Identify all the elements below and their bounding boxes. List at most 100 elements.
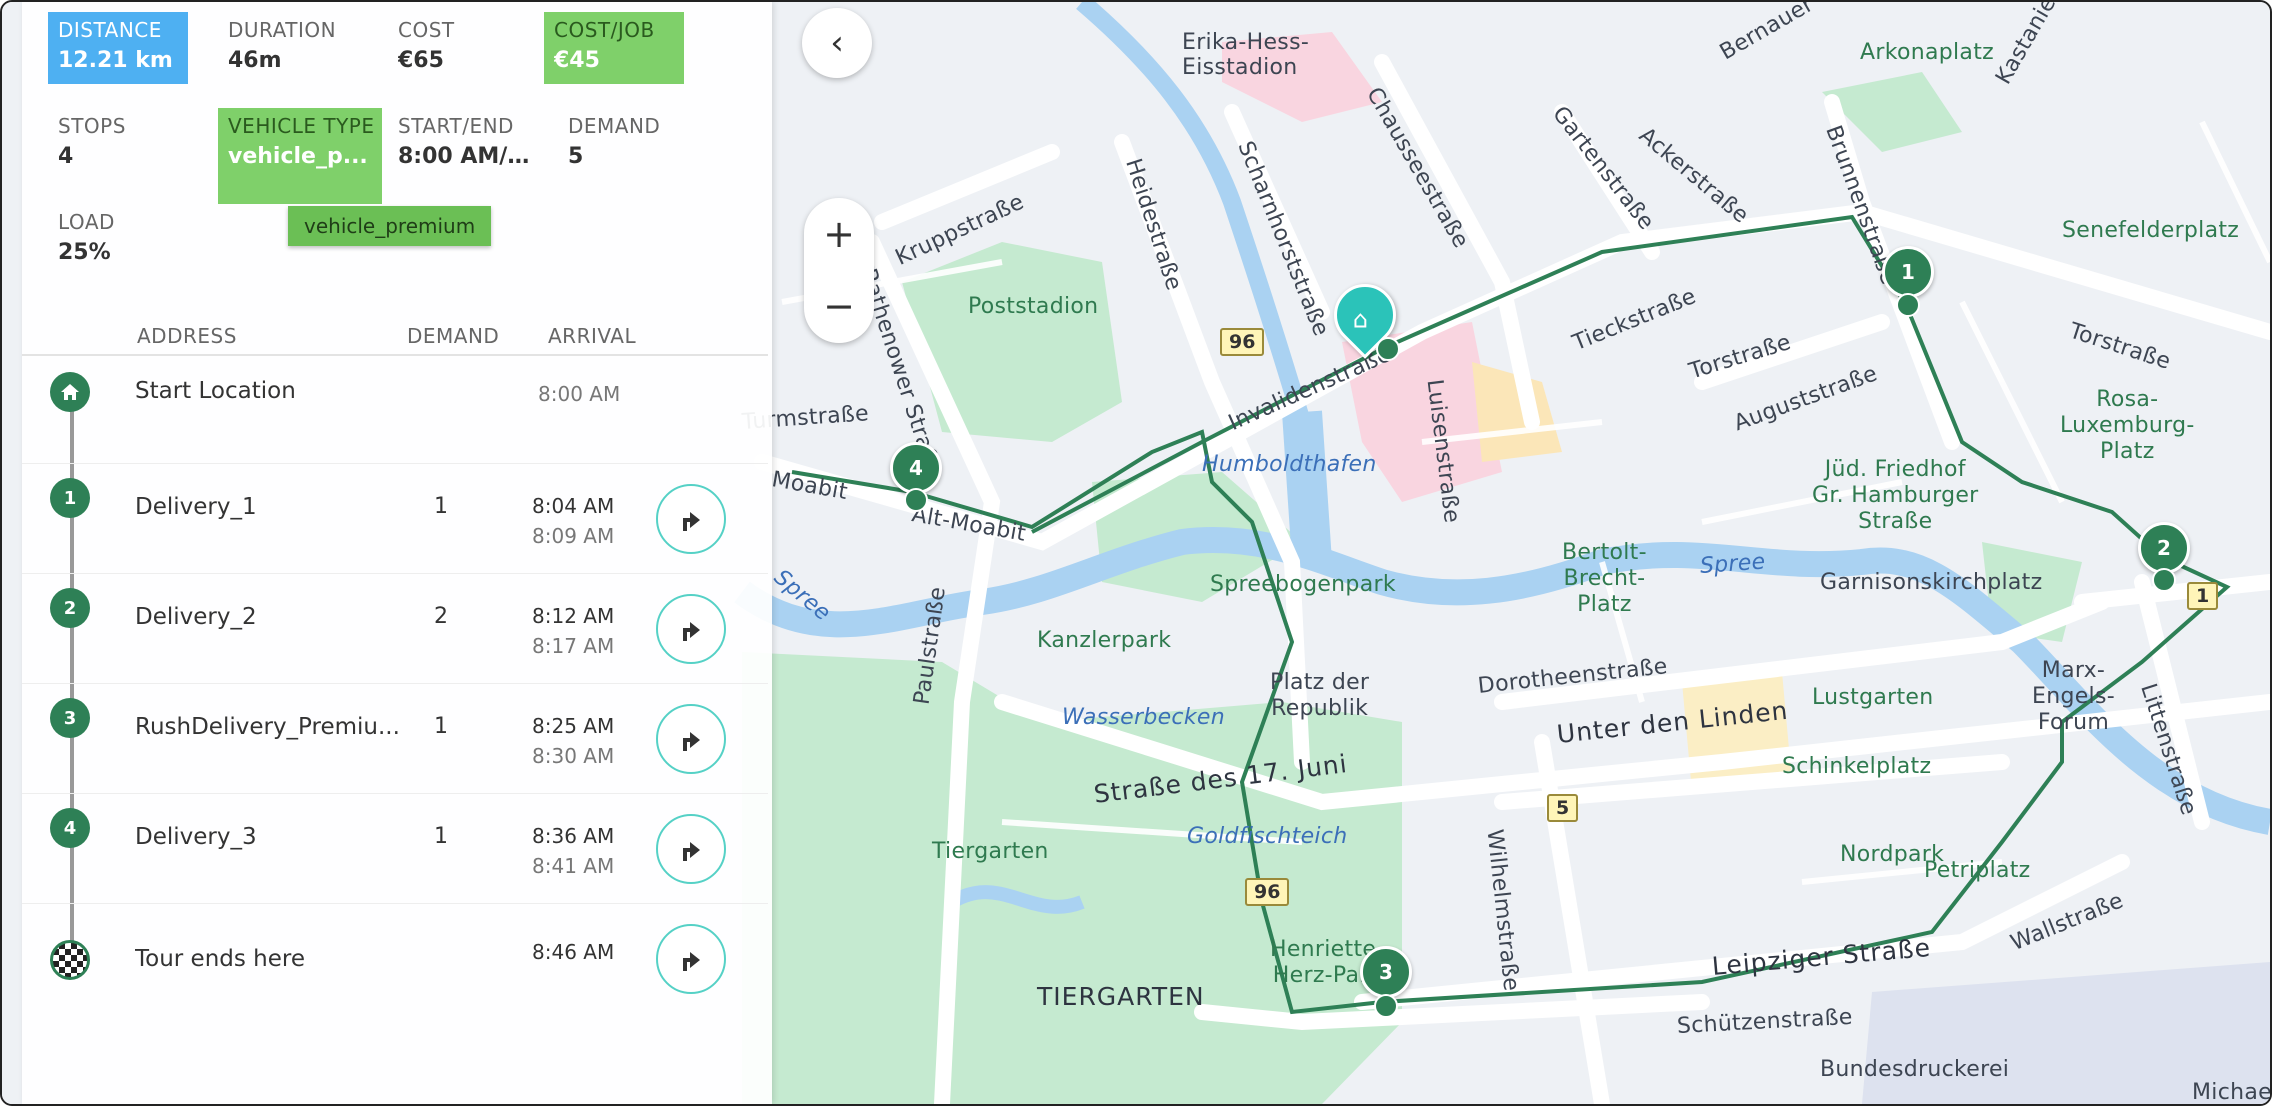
stop-row-end[interactable]: Tour ends here 8:46 AM	[22, 904, 768, 1014]
map-label-goldfisch: Goldfischteich	[1187, 824, 1348, 849]
step-number-badge: 2	[50, 588, 90, 628]
road-badge: 5	[1547, 794, 1579, 822]
route-marker-3[interactable]: 3	[1360, 946, 1412, 998]
turn-arrow-icon	[683, 842, 700, 861]
stat-stops: STOPS 4	[48, 108, 188, 180]
stat-value: 8:00 AM/8:...	[398, 144, 540, 169]
step-number-badge: 4	[50, 808, 90, 848]
map-label-bertolt: Bertolt- Brecht- Platz	[1562, 540, 1647, 617]
map-label-lustgarten: Lustgarten	[1812, 685, 1934, 710]
navigate-button[interactable]	[656, 484, 726, 554]
stat-value: 25%	[58, 240, 111, 265]
stat-value: €45	[554, 48, 600, 73]
stat-cost-job: COST/JOB €45	[544, 12, 684, 84]
stop-address: RushDelivery_Premiu...	[135, 714, 400, 740]
route-marker-4[interactable]: 4	[890, 442, 942, 494]
route-marker-1[interactable]: 1	[1882, 246, 1934, 298]
turn-arrow-icon	[683, 622, 700, 641]
home-icon	[50, 372, 90, 412]
step-number-badge: 3	[50, 698, 90, 738]
stop-row-3[interactable]: 3 RushDelivery_Premiu... 1 8:25 AM 8:30 …	[22, 684, 768, 794]
back-button[interactable]: ‹	[802, 8, 872, 78]
navigate-button[interactable]	[656, 924, 726, 994]
stat-label: DEMAND	[568, 114, 661, 138]
vehicle-type-tooltip: vehicle_premium	[288, 206, 492, 246]
map-label-spree1: Spree	[1699, 549, 1767, 579]
stat-label: DISTANCE	[58, 18, 162, 42]
home-icon: ⌂	[1352, 305, 1369, 334]
stat-value: 4	[58, 144, 74, 169]
map-label-tiergarten-district: TIERGARTEN	[1037, 982, 1205, 1011]
stop-demand: 2	[434, 604, 448, 629]
navigate-button[interactable]	[656, 704, 726, 774]
stop-departure: 8:09 AM	[532, 524, 615, 548]
stop-demand: 1	[434, 824, 448, 849]
turn-arrow-icon	[683, 952, 700, 971]
stop-arrival: 8:12 AM	[532, 604, 615, 628]
start-marker-dot	[1376, 337, 1400, 361]
route-details-panel: DISTANCE 12.21 km DURATION 46m COST €65 …	[22, 2, 772, 1104]
map-label-poststadion: Poststadion	[968, 294, 1099, 319]
stat-start-end: START/END 8:00 AM/8:...	[388, 108, 540, 180]
stop-departure: 8:30 AM	[532, 744, 615, 768]
navigate-button[interactable]	[656, 814, 726, 884]
navigate-button[interactable]	[656, 594, 726, 664]
zoom-control: + −	[804, 198, 874, 343]
stop-row-start[interactable]: Start Location 8:00 AM	[22, 356, 768, 464]
road-badge: 96	[1220, 328, 1265, 356]
stat-cost: COST €65	[388, 12, 528, 84]
stop-arrival: 8:04 AM	[532, 494, 615, 518]
map-label-spreebogen: Spreebogenpark	[1210, 572, 1396, 597]
map-label-erika: Erika-Hess- Eisstadion	[1182, 30, 1310, 80]
stop-address: Delivery_1	[135, 494, 257, 520]
stop-address: Delivery_2	[135, 604, 257, 630]
column-header-address: ADDRESS	[137, 324, 237, 348]
stat-value: 5	[568, 144, 584, 169]
stat-label: COST/JOB	[554, 18, 655, 42]
route-marker-2[interactable]: 2	[2138, 522, 2190, 574]
app-frame: Erika-Hess- Eisstadion Arkonaplatz Senef…	[0, 0, 2272, 1106]
stop-arrival: 8:00 AM	[538, 382, 621, 406]
stat-label: LOAD	[58, 210, 115, 234]
road-badge: 96	[1245, 878, 1290, 906]
stop-row-2[interactable]: 2 Delivery_2 2 8:12 AM 8:17 AM	[22, 574, 768, 684]
stat-label: DURATION	[228, 18, 337, 42]
stop-demand: 1	[434, 494, 448, 519]
stat-demand: DEMAND 5	[558, 108, 698, 180]
turn-arrow-icon	[683, 732, 700, 751]
zoom-out-button[interactable]: −	[804, 270, 874, 342]
map-label-kanzlerpark: Kanzlerpark	[1037, 628, 1172, 653]
stat-label: START/END	[398, 114, 514, 138]
stat-load: LOAD 25%	[48, 204, 188, 276]
finish-flag-icon	[50, 940, 90, 980]
stat-label: COST	[398, 18, 455, 42]
stat-value: 12.21 km	[58, 48, 173, 73]
map-label-senefelderplatz: Senefelderplatz	[2062, 218, 2240, 243]
map-label-petriplatz: Petriplatz	[1924, 858, 2031, 883]
stat-label: VEHICLE TYPE	[228, 114, 375, 138]
stop-address: Start Location	[135, 378, 296, 404]
stop-demand: 1	[434, 714, 448, 739]
stop-row-4[interactable]: 4 Delivery_3 1 8:36 AM 8:41 AM	[22, 794, 768, 904]
map-label-schinkelplatz: Schinkelplatz	[1782, 754, 1932, 779]
stat-label: STOPS	[58, 114, 126, 138]
stop-address: Delivery_3	[135, 824, 257, 850]
stat-duration: DURATION 46m	[218, 12, 358, 84]
stat-value: 46m	[228, 48, 282, 73]
map-label-rosa: Rosa- Luxemburg- Platz	[2060, 387, 2195, 464]
route-marker-dot	[904, 488, 928, 512]
stop-departure: 8:41 AM	[532, 854, 615, 878]
stop-arrival: 8:46 AM	[532, 940, 615, 964]
stat-vehicle-type[interactable]: VEHICLE TYPE vehicle_p...	[218, 108, 382, 204]
route-marker-dot	[1374, 994, 1398, 1018]
stop-row-1[interactable]: 1 Delivery_1 1 8:04 AM 8:09 AM	[22, 464, 768, 574]
zoom-in-button[interactable]: +	[804, 198, 874, 270]
map-label-marx: Marx- Engels- Forum	[2032, 658, 2115, 735]
column-header-demand: DEMAND	[407, 324, 500, 348]
map-label-wasserbecken: Wasserbecken	[1062, 705, 1225, 730]
map-label-tiergarten-park: Tiergarten	[932, 839, 1049, 864]
map-label-platzrepublik: Platz der Republik	[1270, 670, 1370, 721]
map-label-michael: Michae	[2192, 1080, 2272, 1105]
column-header-arrival: ARRIVAL	[548, 324, 637, 348]
stat-distance: DISTANCE 12.21 km	[48, 12, 188, 84]
